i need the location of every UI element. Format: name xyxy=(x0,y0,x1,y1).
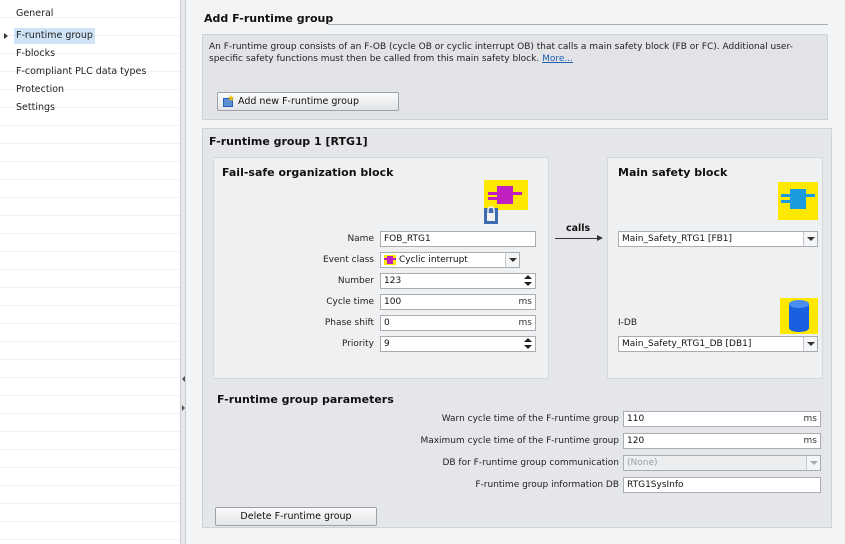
fob-name-input[interactable]: FOB_RTG1 xyxy=(380,231,536,247)
main-block-title: Main safety block xyxy=(618,166,728,179)
main-safety-fb-icon xyxy=(778,182,818,220)
nav-item-f-compliant-plc-data-types[interactable]: F-compliant PLC data types xyxy=(16,64,146,80)
max-cycle-time-label: Maximum cycle time of the F-runtime grou… xyxy=(420,436,619,446)
cycle-time-unit: ms xyxy=(518,297,532,307)
params-title: F-runtime group parameters xyxy=(217,393,394,406)
priority-label: Priority xyxy=(341,339,374,349)
navigation-panel: General F-runtime group F-blocks F-compl… xyxy=(0,0,180,544)
main-content: Add F-runtime group An F-runtime group c… xyxy=(186,0,845,544)
number-spin-icon[interactable] xyxy=(523,275,533,287)
main-safety-block-panel: Main safety block Main_Safety_RTG1 [FB1]… xyxy=(607,157,823,379)
nav-expand-arrow-icon[interactable] xyxy=(4,33,8,39)
add-section-description: An F-runtime group consists of an F-OB (… xyxy=(209,41,821,65)
add-button-label: Add new F-runtime group xyxy=(238,96,359,107)
phase-shift-label: Phase shift xyxy=(324,318,374,328)
f-runtime-group-panel: F-runtime group 1 [RTG1] Fail-safe organ… xyxy=(202,128,832,528)
info-db-label: F-runtime group information DB xyxy=(475,480,619,490)
idb-value: Main_Safety_RTG1_DB [DB1] xyxy=(622,339,752,349)
title-rule xyxy=(328,24,828,25)
event-class-label: Event class xyxy=(323,255,374,265)
f-runtime-add-icon xyxy=(223,95,234,107)
idb-dropdown-icon[interactable] xyxy=(803,337,817,351)
main-safety-block-dropdown-icon[interactable] xyxy=(803,232,817,246)
name-label: Name xyxy=(347,234,374,244)
nav-item-protection[interactable]: Protection xyxy=(16,82,64,98)
warn-cycle-time-label: Warn cycle time of the F-runtime group xyxy=(441,414,619,424)
event-class-dropdown-icon[interactable] xyxy=(505,253,519,267)
priority-stepper[interactable]: 9 xyxy=(380,336,536,352)
priority-value: 9 xyxy=(384,339,390,349)
number-value: 123 xyxy=(384,276,402,286)
main-safety-block-select[interactable]: Main_Safety_RTG1 [FB1] xyxy=(618,231,818,247)
delete-f-runtime-group-button[interactable]: Delete F-runtime group xyxy=(215,507,377,526)
event-class-value: Cyclic interrupt xyxy=(399,255,468,265)
add-section-title: Add F-runtime group xyxy=(204,12,334,25)
db-communication-dropdown-icon xyxy=(806,456,820,470)
expand-right-arrow-icon[interactable] xyxy=(182,405,185,411)
calls-arrow-line xyxy=(555,238,599,239)
idb-select[interactable]: Main_Safety_RTG1_DB [DB1] xyxy=(618,336,818,352)
priority-spin-icon[interactable] xyxy=(523,338,533,350)
nav-item-general[interactable]: General xyxy=(16,6,53,22)
calls-label: calls xyxy=(566,223,591,234)
nav-item-f-blocks[interactable]: F-blocks xyxy=(16,46,55,62)
fob-lock-icon xyxy=(484,180,528,224)
max-cycle-time-value: 120 xyxy=(627,436,645,446)
number-label: Number xyxy=(337,276,374,286)
calls-arrow-icon xyxy=(597,235,603,241)
fail-safe-ob-panel: Fail-safe organization block Name FOB_RT… xyxy=(213,157,549,379)
max-cycle-time-input[interactable]: 120 ms xyxy=(623,433,821,449)
nav-item-settings[interactable]: Settings xyxy=(16,100,55,116)
warn-cycle-time-input[interactable]: 110 ms xyxy=(623,411,821,427)
warn-cycle-time-value: 110 xyxy=(627,414,645,424)
max-cycle-time-unit: ms xyxy=(803,436,817,446)
db-communication-label: DB for F-runtime group communication xyxy=(442,458,619,468)
cycle-time-label: Cycle time xyxy=(326,297,374,307)
warn-cycle-time-unit: ms xyxy=(803,414,817,424)
description-text: An F-runtime group consists of an F-OB (… xyxy=(209,42,793,64)
phase-shift-unit: ms xyxy=(518,318,532,328)
more-link[interactable]: More... xyxy=(542,54,573,64)
idb-icon xyxy=(780,298,818,334)
add-new-f-runtime-group-button[interactable]: Add new F-runtime group xyxy=(217,92,399,111)
add-section-box: An F-runtime group consists of an F-OB (… xyxy=(202,34,828,120)
phase-shift-value: 0 xyxy=(384,318,390,328)
number-stepper[interactable]: 123 xyxy=(380,273,536,289)
cyclic-interrupt-icon xyxy=(384,255,396,265)
cycle-time-value: 100 xyxy=(384,297,402,307)
cycle-time-input[interactable]: 100 ms xyxy=(380,294,536,310)
event-class-select[interactable]: Cyclic interrupt xyxy=(380,252,520,268)
db-communication-value: (None) xyxy=(627,458,658,468)
nav-item-f-runtime-group[interactable]: F-runtime group xyxy=(14,28,95,44)
phase-shift-input[interactable]: 0 ms xyxy=(380,315,536,331)
main-safety-block-value: Main_Safety_RTG1 [FB1] xyxy=(622,234,733,244)
collapse-left-arrow-icon[interactable] xyxy=(182,376,185,382)
idb-label: I-DB xyxy=(618,318,638,328)
group-title: F-runtime group 1 [RTG1] xyxy=(209,135,368,148)
info-db-input[interactable]: RTG1SysInfo xyxy=(623,477,821,493)
fob-title: Fail-safe organization block xyxy=(222,166,394,179)
db-communication-select: (None) xyxy=(623,455,821,471)
